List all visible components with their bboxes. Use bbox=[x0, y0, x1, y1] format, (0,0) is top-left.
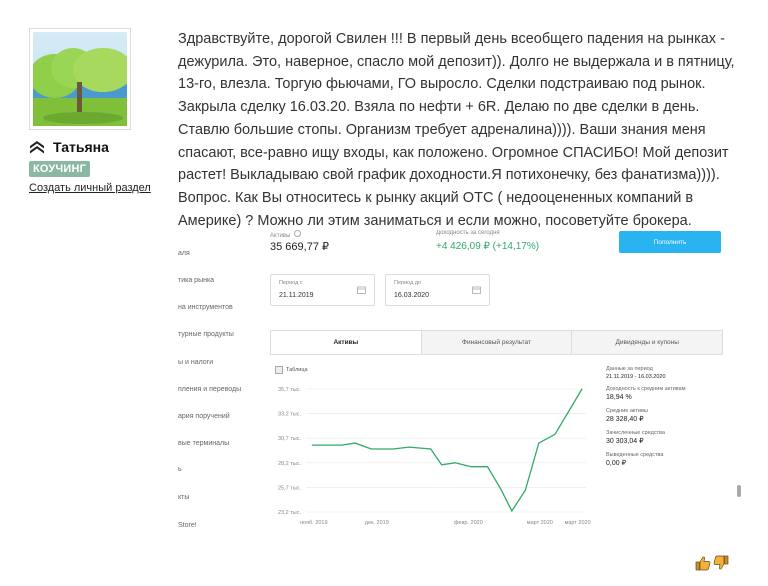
stat-value: 30 303,04 ₽ bbox=[606, 438, 644, 445]
y-tick-label: 33,2 тыс. bbox=[278, 412, 301, 418]
create-profile-link[interactable]: Создать личный раздел bbox=[29, 182, 151, 194]
stat-value: 0,00 ₽ bbox=[606, 460, 627, 467]
x-tick-label: февр. 2020 bbox=[454, 520, 483, 526]
assets-label: Активы bbox=[270, 230, 301, 239]
user-row: Татьяна bbox=[29, 138, 109, 156]
today-value: +4 426,09 ₽ (+14,17%) bbox=[436, 241, 540, 252]
data-point bbox=[354, 442, 356, 444]
data-point bbox=[500, 488, 502, 490]
thumbs-down-icon[interactable] bbox=[713, 555, 729, 571]
data-point bbox=[408, 446, 410, 448]
data-point bbox=[341, 444, 343, 446]
period-from-value: 21.11.2019 bbox=[279, 292, 314, 299]
role-badge: КОУЧИНГ bbox=[29, 161, 91, 177]
message-text: Здравствуйте, дорогой Свилен !!! В первы… bbox=[178, 31, 735, 229]
scrollbar-handle[interactable] bbox=[737, 485, 741, 497]
calendar-icon[interactable] bbox=[357, 286, 366, 294]
data-point bbox=[311, 444, 313, 446]
stat-label: Средние активы bbox=[606, 408, 648, 414]
stats-panel: Данные за период 21.11.2019 - 16.03.2020 Д… bbox=[606, 366, 716, 474]
period-to-label: Период до bbox=[394, 280, 422, 286]
data-point bbox=[487, 466, 488, 468]
data-point bbox=[441, 464, 442, 466]
y-tick-label: 30,7 тыс. bbox=[278, 436, 301, 442]
thumbs-up-icon[interactable] bbox=[695, 555, 711, 571]
data-point bbox=[524, 489, 526, 491]
user-name[interactable]: Татьяна bbox=[53, 139, 109, 155]
stat-value: 21.11.2019 - 16.03.2020 bbox=[606, 374, 666, 380]
checkbox[interactable] bbox=[275, 366, 283, 374]
period-to-value: 16.03.2020 bbox=[394, 292, 430, 299]
broker-nav-item[interactable]: ы и налоги bbox=[178, 359, 213, 366]
calendar-icon[interactable] bbox=[472, 286, 481, 294]
fund-button[interactable]: Пополнить bbox=[619, 231, 721, 253]
broker-nav-item[interactable]: аля bbox=[178, 250, 190, 257]
stat-label: Данные за период bbox=[606, 366, 653, 372]
broker-nav-item[interactable]: турные продукты bbox=[178, 331, 234, 338]
period-from-field[interactable]: Период с 21.11.2019 bbox=[270, 274, 375, 306]
series-line bbox=[312, 388, 583, 513]
broker-main: Активы 35 669,77 ₽ Доходность за сегодня… bbox=[248, 230, 741, 532]
table-toggle-label: Таблица bbox=[286, 367, 308, 373]
y-tick-label: 35,7 тыс. bbox=[278, 387, 301, 393]
broker-nav-item[interactable]: ария поручений bbox=[178, 413, 230, 420]
info-icon bbox=[293, 230, 301, 237]
data-point bbox=[430, 448, 432, 450]
avatar[interactable] bbox=[33, 32, 127, 126]
assets-value: 35 669,77 ₽ bbox=[270, 241, 329, 253]
balance-line-chart: 35,7 тыс. 33,2 тыс. 30,7 тыс. 28,2 тыс. 25,7… bbox=[278, 387, 591, 526]
stat-value: 18,94 % bbox=[606, 394, 632, 401]
data-point bbox=[470, 466, 472, 468]
broker-nav-item[interactable]: пления и переводы bbox=[178, 386, 241, 393]
x-tick-label: нояб. 2019 bbox=[300, 520, 328, 526]
stat-label: Выведенные средства bbox=[606, 452, 664, 458]
tab-financial-result[interactable]: Финансовый результат bbox=[421, 331, 573, 354]
data-point bbox=[581, 388, 583, 390]
data-point bbox=[392, 448, 394, 450]
broker-screenshot: аля тика рынка на инструментов турные проду… bbox=[178, 230, 741, 532]
broker-nav-item[interactable]: тика рынка bbox=[178, 277, 214, 284]
x-tick-label: март 2020 bbox=[527, 520, 553, 526]
broker-nav-item[interactable]: вые терминалы bbox=[178, 440, 229, 447]
stat-label: Зачисленные средства bbox=[606, 430, 665, 436]
rank-chevrons-icon bbox=[30, 141, 44, 154]
avatar-image bbox=[33, 32, 127, 126]
broker-nav-item[interactable]: Store! bbox=[178, 522, 197, 529]
broker-nav-item[interactable]: кты bbox=[178, 494, 189, 501]
broker-nav-item[interactable]: на инструментов bbox=[178, 304, 233, 311]
broker-tabs: Активы Финансовый результат Дивиденды и … bbox=[270, 330, 723, 355]
tab-assets[interactable]: Активы bbox=[271, 331, 422, 354]
stat-label: Доходность к средним активам bbox=[606, 386, 686, 392]
broker-nav-item[interactable]: ь bbox=[178, 466, 182, 473]
stat-value: 28 328,40 ₽ bbox=[606, 416, 644, 423]
period-to-field[interactable]: Период до 16.03.2020 bbox=[385, 274, 490, 306]
avatar-frame bbox=[29, 28, 131, 130]
tab-dividends[interactable]: Дивиденды и купоны bbox=[572, 331, 723, 354]
data-point bbox=[538, 442, 540, 444]
x-tick-label: дек. 2019 bbox=[365, 520, 389, 526]
data-point bbox=[371, 448, 372, 450]
y-tick-label: 23,2 тыс. bbox=[278, 510, 301, 516]
today-label: Доходность за сегодня bbox=[436, 230, 500, 236]
data-point bbox=[454, 462, 456, 464]
rating-controls bbox=[695, 555, 729, 571]
data-point bbox=[554, 433, 556, 435]
data-point bbox=[511, 510, 513, 512]
y-tick-label: 28,2 тыс. bbox=[278, 461, 301, 467]
table-toggle[interactable]: Таблица bbox=[275, 366, 308, 374]
broker-nav: аля тика рынка на инструментов турные проду… bbox=[178, 230, 248, 532]
y-tick-label: 25,7 тыс. bbox=[278, 485, 301, 491]
period-from-label: Период с bbox=[279, 280, 303, 286]
x-tick-label: март 2020 bbox=[565, 520, 591, 526]
